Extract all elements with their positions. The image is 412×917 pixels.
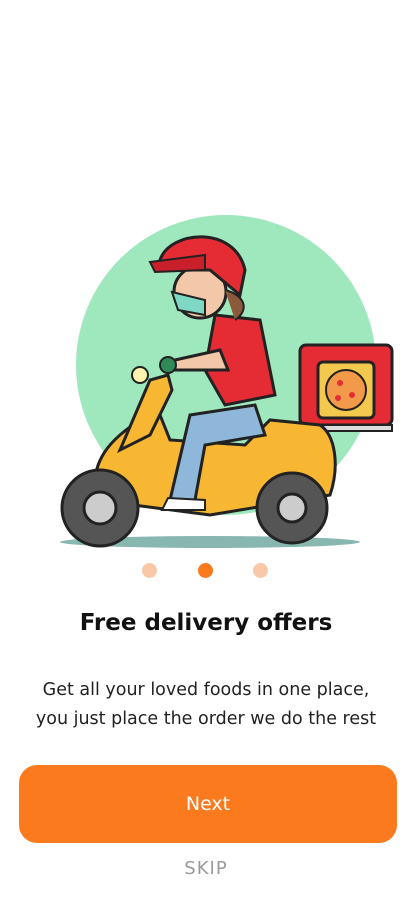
next-button[interactable]: Next	[19, 765, 397, 843]
page-dot-2-active[interactable]	[198, 563, 213, 578]
delivery-scooter-rider-icon	[60, 215, 394, 548]
skip-button[interactable]: SKIP	[0, 858, 412, 879]
onboarding-description: Get all your loved foods in one place, y…	[35, 680, 377, 729]
onboarding-title: Free delivery offers	[79, 610, 333, 636]
page-dot-1[interactable]	[142, 563, 157, 578]
page-indicator	[0, 563, 412, 579]
hero-illustration	[0, 200, 412, 560]
page-dot-3[interactable]	[253, 563, 268, 578]
